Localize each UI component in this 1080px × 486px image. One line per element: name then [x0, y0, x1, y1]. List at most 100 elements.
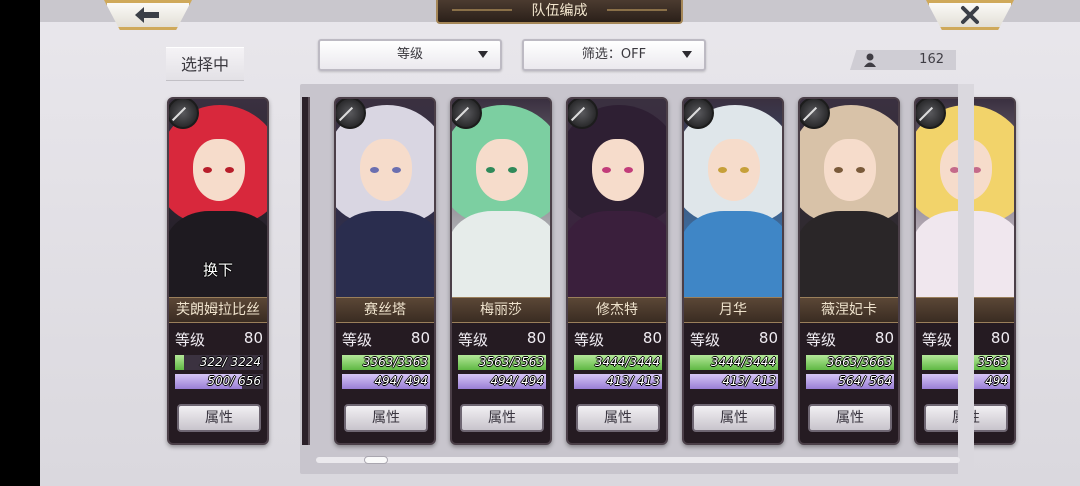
list-edge-mask — [958, 84, 974, 474]
portrait-outfit — [568, 211, 666, 297]
portrait-face — [824, 139, 876, 201]
character-name: 赛丝塔 — [336, 297, 434, 323]
attributes-button[interactable]: 属性 — [460, 404, 544, 432]
character-card[interactable]: 修杰特 等级 80 3444/3444 413/ 413 属性 — [566, 97, 668, 445]
attributes-button[interactable]: 属性 — [344, 404, 428, 432]
chevron-down-icon — [478, 51, 488, 58]
hp-text: 3663/3663 — [826, 355, 892, 369]
chevron-down-icon — [682, 51, 692, 58]
filter-dropdown[interactable]: 筛选：OFF — [522, 39, 706, 71]
level-label: 等级 — [690, 331, 721, 349]
portrait-eye — [740, 167, 749, 173]
portrait-outfit — [452, 211, 550, 297]
level-label: 等级 — [806, 331, 837, 349]
horizontal-scrollbar[interactable] — [316, 457, 960, 463]
attributes-button[interactable]: 属性 — [576, 404, 660, 432]
portrait-eye — [203, 167, 212, 173]
portrait-outfit — [336, 211, 434, 297]
selected-character-card[interactable]: 换下 芙朗姆拉比丝 等级 80 322/ 3224 500/ 656 属性 — [167, 97, 269, 445]
mp-bar: 413/ 413 — [574, 374, 662, 389]
character-portrait: 换下 — [169, 99, 267, 297]
hp-bar-fill — [175, 355, 184, 370]
hp-text: 3563/3563 — [478, 355, 544, 369]
character-stats: 等级 80 3563/3563 494/ 494 — [458, 329, 546, 389]
portrait-face — [193, 139, 245, 201]
character-name: 修杰特 — [568, 297, 666, 323]
level-value: 80 — [990, 329, 1010, 347]
swap-out-label[interactable]: 换下 — [169, 259, 267, 280]
character-portrait — [452, 99, 550, 297]
character-stats: 等级 80 3444/3444 413/ 413 — [574, 329, 662, 389]
portrait-eye — [602, 167, 611, 173]
level-value: 80 — [410, 329, 430, 347]
character-name: 月华 — [684, 297, 782, 323]
character-name: 芙朗姆拉比丝 — [169, 297, 267, 323]
hp-text: 3444/3444 — [710, 355, 776, 369]
level-value: 80 — [874, 329, 894, 347]
close-x-icon — [961, 6, 979, 24]
scrollbar-thumb[interactable] — [364, 456, 388, 464]
character-stats: 等级 80 3663/3663 564/ 564 — [806, 329, 894, 389]
count-value: 162 — [919, 52, 944, 67]
mp-text: 494/ 494 — [490, 374, 544, 388]
game-screen: 队伍编成 选择中 等级 筛选：OFF 162 换下 芙朗姆拉比丝 等级 80 3… — [40, 0, 1080, 486]
level-value: 80 — [243, 329, 263, 347]
user-icon — [864, 53, 876, 67]
level-label: 等级 — [342, 331, 373, 349]
portrait-outfit — [684, 211, 782, 297]
sort-dropdown-label: 等级 — [396, 47, 423, 62]
hp-text: 3363/3363 — [362, 355, 428, 369]
attributes-button[interactable]: 属性 — [177, 404, 261, 432]
portrait-outfit — [169, 211, 267, 297]
attributes-button[interactable]: 属性 — [692, 404, 776, 432]
mp-text: 413/ 413 — [722, 374, 776, 388]
character-card[interactable]: 赛丝塔 等级 80 3363/3363 494/ 494 属性 — [334, 97, 436, 445]
level-label: 等级 — [574, 331, 605, 349]
mp-text: 413/ 413 — [606, 374, 660, 388]
portrait-face — [476, 139, 528, 201]
hp-text: 3563 — [977, 355, 1008, 369]
page-title: 队伍编成 — [436, 0, 683, 24]
hp-bar: 322/ 3224 — [175, 355, 263, 370]
level-value: 80 — [526, 329, 546, 347]
character-portrait — [684, 99, 782, 297]
hp-bar: 3563/3563 — [458, 355, 546, 370]
portrait-face — [592, 139, 644, 201]
mp-text: 564/ 564 — [838, 374, 892, 388]
mp-bar: 500/ 656 — [175, 374, 263, 389]
portrait-eye — [718, 167, 727, 173]
portrait-eye — [392, 167, 401, 173]
character-name: 梅丽莎 — [452, 297, 550, 323]
filter-dropdown-label: 筛选：OFF — [581, 47, 647, 62]
portrait-face — [708, 139, 760, 201]
character-card[interactable]: 月华 等级 80 3444/3444 413/ 413 属性 — [682, 97, 784, 445]
mp-bar: 494/ 494 — [458, 374, 546, 389]
portrait-eye — [834, 167, 843, 173]
level-value: 80 — [642, 329, 662, 347]
portrait-outfit — [800, 211, 898, 297]
hp-text: 322/ 3224 — [199, 355, 261, 369]
hp-bar: 3444/3444 — [690, 355, 778, 370]
close-button[interactable] — [926, 0, 1014, 30]
character-card[interactable]: 薇涅妃卡 等级 80 3663/3663 564/ 564 属性 — [798, 97, 900, 445]
portrait-eye — [486, 167, 495, 173]
portrait-eye — [856, 167, 865, 173]
level-label: 等级 — [175, 331, 206, 349]
mp-bar: 494/ 494 — [342, 374, 430, 389]
character-card[interactable]: 梅丽莎 等级 80 3563/3563 494/ 494 属性 — [450, 97, 552, 445]
portrait-eye — [225, 167, 234, 173]
hp-bar: 3444/3444 — [574, 355, 662, 370]
character-portrait — [568, 99, 666, 297]
character-stats: 等级 80 3444/3444 413/ 413 — [690, 329, 778, 389]
attributes-button[interactable]: 属性 — [808, 404, 892, 432]
character-stats: 等级 80 322/ 3224 500/ 656 — [175, 329, 263, 389]
back-arrow-icon — [135, 7, 159, 23]
character-stats: 等级 80 3363/3363 494/ 494 — [342, 329, 430, 389]
back-button[interactable] — [104, 0, 192, 30]
hp-bar: 3363/3363 — [342, 355, 430, 370]
mp-text: 494 — [985, 374, 1008, 388]
level-value: 80 — [758, 329, 778, 347]
character-count: 162 — [850, 50, 956, 70]
hp-bar: 3663/3663 — [806, 355, 894, 370]
sort-dropdown[interactable]: 等级 — [318, 39, 502, 71]
